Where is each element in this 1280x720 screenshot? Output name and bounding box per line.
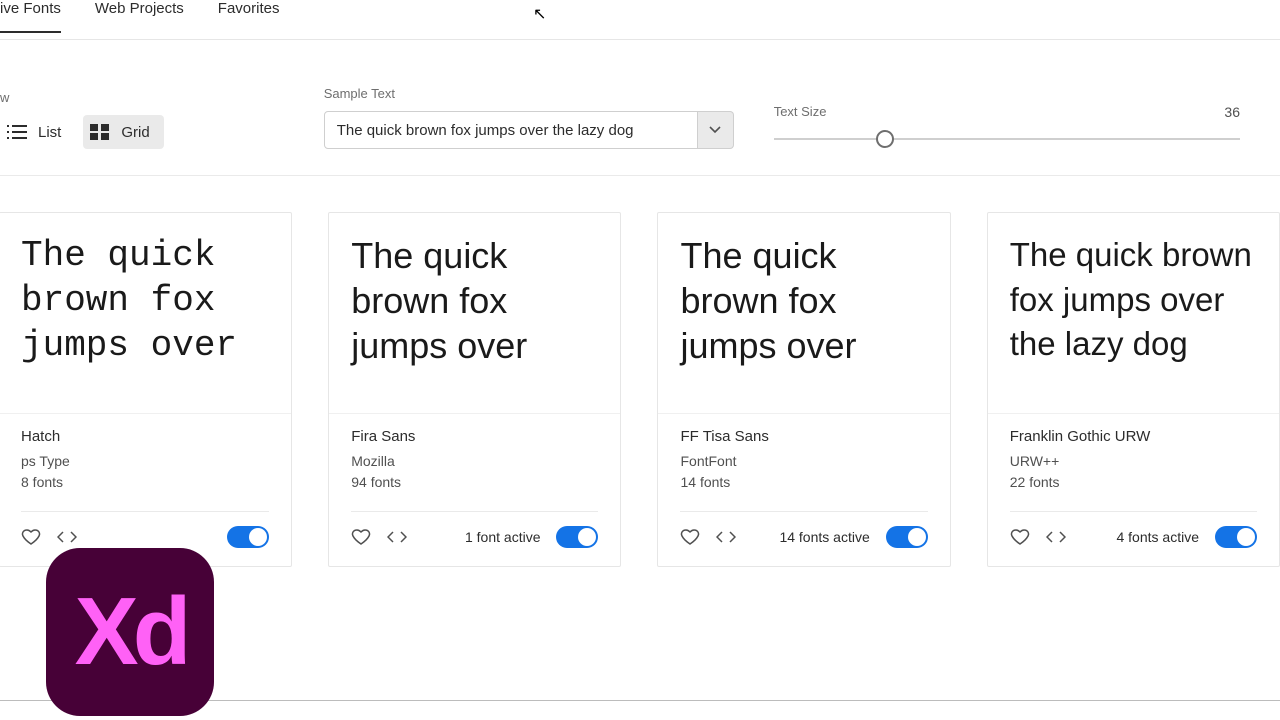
favorite-icon[interactable] [351, 527, 371, 547]
size-slider[interactable] [774, 129, 1240, 149]
font-card[interactable]: The quick brown fox jumps over Hatch ps … [0, 212, 292, 567]
grid-view-button[interactable]: Grid [83, 115, 163, 149]
list-label: List [38, 124, 61, 141]
controls-row: w List Grid Sample Text [0, 40, 1280, 176]
font-count: 14 fonts [680, 472, 927, 493]
font-card[interactable]: The quick brown fox jumps over the lazy … [987, 212, 1280, 567]
tab-active-fonts[interactable]: ive Fonts [0, 0, 61, 33]
active-count: 4 fonts active [1116, 529, 1199, 545]
size-value: 36 [1212, 104, 1240, 129]
font-grid: The quick brown fox jumps over Hatch ps … [0, 176, 1280, 567]
activate-toggle[interactable] [1215, 526, 1257, 548]
favorite-icon[interactable] [680, 527, 700, 547]
font-count: 22 fonts [1010, 472, 1257, 493]
font-name: Franklin Gothic URW [1010, 428, 1257, 445]
font-foundry: ps Type [21, 451, 269, 472]
font-name: Hatch [21, 428, 269, 445]
font-meta: FF Tisa Sans FontFont 14 fonts [658, 413, 949, 497]
favorite-icon[interactable] [1010, 527, 1030, 547]
list-icon [6, 123, 28, 141]
grid-icon [89, 123, 111, 141]
font-name: Fira Sans [351, 428, 598, 445]
font-preview: The quick brown fox jumps over [0, 213, 291, 413]
top-tabs: ive Fonts Web Projects Favorites [0, 0, 1280, 40]
font-foundry: URW++ [1010, 451, 1257, 472]
code-icon[interactable] [387, 527, 407, 547]
size-label: Text Size [774, 104, 827, 119]
font-preview: The quick brown fox jumps over [658, 213, 949, 413]
font-foundry: FontFont [680, 451, 927, 472]
active-count: 14 fonts active [779, 529, 869, 545]
slider-track [774, 138, 1240, 140]
font-preview: The quick brown fox jumps over [329, 213, 620, 413]
card-actions: 14 fonts active [658, 512, 949, 566]
font-count: 8 fonts [21, 472, 269, 493]
font-meta: Fira Sans Mozilla 94 fonts [329, 413, 620, 497]
font-foundry: Mozilla [351, 451, 598, 472]
sample-group: Sample Text [324, 86, 734, 149]
font-card[interactable]: The quick brown fox jumps over FF Tisa S… [657, 212, 950, 567]
code-icon[interactable] [1046, 527, 1066, 547]
tab-favorites[interactable]: Favorites [218, 0, 280, 31]
chevron-down-icon [709, 126, 721, 134]
code-icon[interactable] [716, 527, 736, 547]
list-view-button[interactable]: List [0, 115, 75, 149]
font-meta: Franklin Gothic URW URW++ 22 fonts [988, 413, 1279, 497]
sample-text-input[interactable] [324, 111, 698, 149]
grid-label: Grid [121, 124, 149, 141]
font-count: 94 fonts [351, 472, 598, 493]
activate-toggle[interactable] [556, 526, 598, 548]
view-segmented: List Grid [0, 115, 164, 149]
sample-label: Sample Text [324, 86, 734, 101]
font-card[interactable]: The quick brown fox jumps over Fira Sans… [328, 212, 621, 567]
code-icon[interactable] [57, 527, 77, 547]
card-actions: 1 font active [329, 512, 620, 566]
view-group: w List Grid [0, 90, 164, 149]
font-name: FF Tisa Sans [680, 428, 927, 445]
favorite-icon[interactable] [21, 527, 41, 547]
font-meta: Hatch ps Type 8 fonts [0, 413, 291, 497]
adobe-xd-logo: Xd [46, 548, 214, 716]
size-group: Text Size 36 [774, 104, 1280, 149]
activate-toggle[interactable] [227, 526, 269, 548]
slider-thumb[interactable] [876, 130, 894, 148]
view-label: w [0, 90, 164, 105]
card-actions: 4 fonts active [988, 512, 1279, 566]
active-count: 1 font active [465, 529, 541, 545]
font-preview: The quick brown fox jumps over the lazy … [988, 213, 1279, 413]
activate-toggle[interactable] [886, 526, 928, 548]
tab-web-projects[interactable]: Web Projects [95, 0, 184, 31]
sample-dropdown-button[interactable] [698, 111, 734, 149]
